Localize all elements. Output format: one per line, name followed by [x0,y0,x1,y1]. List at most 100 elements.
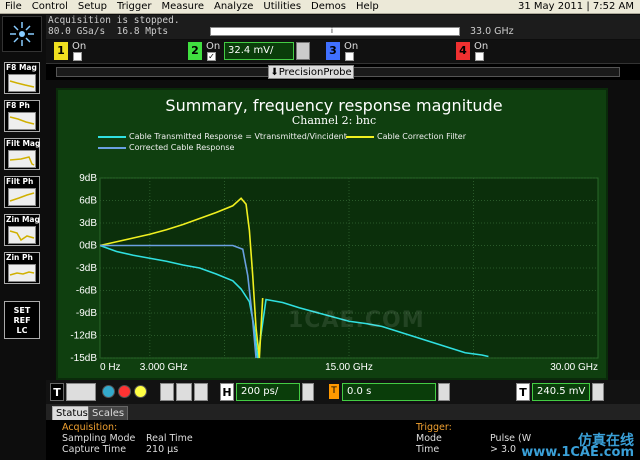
status-key: Sampling Mode [62,433,136,444]
menu-control[interactable]: Control [27,1,73,12]
menu-bar: File Control Setup Trigger Measure Analy… [0,0,640,14]
function-f8-ph[interactable]: F8 Ph [4,100,40,132]
acq-header: Acquisition: [62,422,118,433]
function-filt-ph-label: Filt Ph [6,177,34,186]
channel-4-button[interactable]: 4 [456,42,470,60]
filt-mag-thumb-icon [8,150,36,168]
y-tick-label: -12dB [70,331,97,342]
watermark: 1CAE.COM [288,308,425,333]
menu-measure[interactable]: Measure [157,1,210,12]
timebase-label: H [220,383,234,401]
function-f8-mag-label: F8 Mag [6,63,37,72]
status-value: 210 μs [146,444,179,455]
zoom-stepper[interactable] [66,383,96,401]
y-tick-label: 0dB [79,241,97,252]
acq-status: Acquisition is stopped. [48,15,180,26]
channel-2-checkbox[interactable]: ✓ [207,52,216,61]
scope-logo-icon[interactable] [2,16,42,52]
channel-4-checkbox[interactable] [475,52,484,61]
function-zin-mag[interactable]: Zin Mag [4,214,40,246]
menu-analyze[interactable]: Analyze [209,1,258,12]
y-tick-label: 6dB [79,196,97,207]
channel-2-scale[interactable]: 32.4 mV/ [224,42,294,60]
color-cyan-icon[interactable] [102,385,115,398]
plot-panel: Summary, frequency response magnitude Ch… [56,88,608,380]
waveform-icon[interactable] [160,383,174,401]
function-zin-mag-label: Zin Mag [6,215,40,224]
chart-svg: 9dB 6dB 3dB 0dB -3dB -6dB -9dB -12dB -15dB0 Hz 3.… [70,173,599,373]
x-tick-label: 30.00 GHz [550,362,598,373]
channel-2-button[interactable]: 2 [188,42,202,60]
trigger-marker-left[interactable]: T [50,383,64,401]
menu-trigger[interactable]: Trigger [112,1,157,12]
function-filt-ph[interactable]: Filt Ph [4,176,40,208]
color-yellow-icon[interactable] [134,385,147,398]
filt-ph-thumb-icon [8,188,36,206]
channel-1-checkbox[interactable] [73,52,82,61]
y-tick-label: -6dB [76,286,97,297]
timebase-value[interactable]: 200 ps/ [236,383,300,401]
status-panel: Acquisition: Sampling Mode Real Time Cap… [46,420,640,460]
delay-adjust[interactable] [438,383,450,401]
zin-ph-thumb-icon [8,264,36,282]
menu-setup[interactable]: Setup [73,1,112,12]
delay-value[interactable]: 0.0 s [342,383,436,401]
print-icon[interactable] [176,383,192,401]
channel-3-checkbox[interactable] [345,52,354,61]
y-tick-label: -9dB [76,308,97,319]
channel-4-on-label: On [474,41,489,52]
down-arrow-icon: ⬇ [270,67,279,78]
horizontal-position-slider[interactable]: i [210,27,460,36]
x-tick-label: 3.000 GHz [140,362,188,373]
menu-utilities[interactable]: Utilities [258,1,306,12]
trig-header: Trigger: [416,422,452,433]
status-value: Real Time [146,433,193,444]
channel-1-button[interactable]: 1 [54,42,68,60]
channel-2-scale-adjust[interactable] [296,42,310,60]
channel-3-button[interactable]: 3 [326,42,340,60]
function-zin-ph-label: Zin Ph [6,253,33,262]
y-tick-label: 3dB [79,218,97,229]
slider-knob-icon[interactable]: i [329,28,335,35]
set-ref-line3: LC [16,326,28,335]
trigger-adjust[interactable] [592,383,604,401]
f8-mag-thumb-icon [8,74,36,92]
x-tick-label: 0 Hz [100,362,121,373]
menu-file[interactable]: File [0,1,27,12]
trig-key: Mode [416,433,442,444]
precisionprobe-tab[interactable]: ⬇PrecisionProbe [268,65,354,79]
menu-help[interactable]: Help [351,1,384,12]
corner-watermark: 仿真在线 www.1CAE.com [521,434,634,460]
set-ref-line2: REF [13,316,31,325]
probe-tab-strip: ⬇PrecisionProbe [46,64,640,80]
menu-demos[interactable]: Demos [306,1,351,12]
y-tick-label: -15dB [70,353,97,364]
y-tick-label: -3dB [76,263,97,274]
set-ref-line1: SET [13,306,31,315]
bottom-tabs: Status Scales [46,404,640,420]
tab-scales[interactable]: Scales [88,406,129,420]
bandwidth: 33.0 GHz [470,26,514,37]
trig-value: > 3.0 [490,444,517,455]
trigger-level[interactable]: 240.5 mV [532,383,590,401]
delay-label: T [329,384,339,399]
tab-status[interactable]: Status [52,406,92,420]
control-bar: T H 200 ps/ T 0.0 s T 240.5 mV [46,380,640,404]
color-red-icon[interactable] [118,385,131,398]
function-filt-mag[interactable]: Filt Mag [4,138,40,170]
function-zin-ph[interactable]: Zin Ph [4,252,40,284]
function-f8-mag[interactable]: F8 Mag [4,62,40,94]
trig-key: Time [416,444,440,455]
autoscale-icon[interactable] [194,383,208,401]
channel-bar: 1 On 2 On ✓ 32.4 mV/ 3 On 4 On [46,40,640,64]
datetime: 31 May 2011 | 7:52 AM [517,1,634,12]
f8-ph-thumb-icon [8,112,36,130]
acq-rate: 80.0 GSa/s [48,26,106,37]
corner-watermark-url: www.1CAE.com [521,445,634,460]
channel-2-on-label: On [206,41,221,52]
zin-mag-thumb-icon [8,226,36,244]
set-ref-lc-button[interactable]: SET REF LC [4,301,40,339]
timebase-adjust[interactable] [302,383,314,401]
precisionprobe-label: PrecisionProbe [278,67,352,78]
function-sidebar: F8 Mag F8 Ph Filt Mag Filt Ph Zin Mag Zi… [0,58,46,388]
